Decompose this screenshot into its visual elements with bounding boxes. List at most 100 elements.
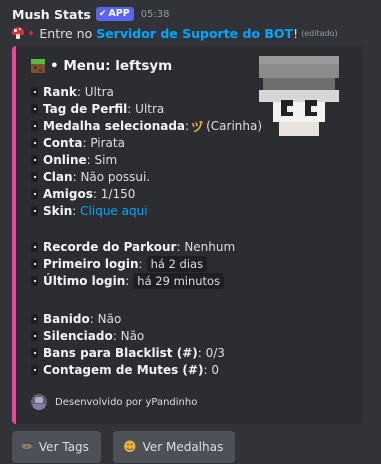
stat-key: Conta: [43, 136, 83, 150]
check-icon: ✔: [98, 9, 107, 19]
stat-value: (Carinha): [206, 119, 263, 133]
ver-tags-label: Ver Tags: [38, 440, 89, 454]
stat-row: Silenciado: Não: [31, 328, 144, 344]
stat-value-timestamp: há 2 dias: [146, 256, 208, 272]
stat-value: 0: [211, 363, 219, 377]
stat-key: Silenciado: [43, 329, 113, 343]
stat-value: Não: [120, 329, 145, 343]
bot-name[interactable]: Mush Stats: [12, 7, 91, 22]
grass-block-icon: [31, 59, 45, 73]
bullet-icon: [31, 331, 38, 341]
stat-key: Bans para Blacklist (#): [43, 346, 198, 360]
embed-title: • Menu: leftsym: [31, 58, 172, 74]
bullet-icon: [31, 348, 38, 358]
stat-value-timestamp: há 29 minutos: [133, 273, 225, 289]
bullet-icon: [31, 87, 38, 97]
stat-separator: :: [72, 170, 77, 184]
stat-key: Medalha selecionada: [43, 119, 186, 133]
stat-separator: :: [138, 257, 143, 271]
bullet-icon: [31, 276, 38, 286]
bullet-icon: [31, 242, 38, 252]
bullet-icon: [31, 189, 38, 199]
edited-label: (editado): [301, 28, 338, 38]
stat-value: Ultra: [135, 102, 165, 116]
bullet-icon: [31, 314, 38, 324]
stat-row: Rank: Ultra: [31, 84, 114, 100]
stat-separator: :: [82, 136, 87, 150]
stat-value: Sim: [94, 153, 118, 167]
medal-icon: ☻: [123, 439, 137, 455]
stat-separator: :: [203, 363, 208, 377]
bullet-icon: [31, 155, 38, 165]
bullet-icon: [31, 365, 38, 375]
stat-separator: :: [185, 119, 190, 133]
stat-separator: :: [112, 329, 117, 343]
stat-row: Bans para Blacklist (#): 0/3: [31, 345, 225, 361]
stat-key: Último login: [43, 274, 126, 288]
stat-key: Contagem de Mutes (#): [43, 363, 204, 377]
bullet-icon: [31, 138, 38, 148]
stat-key: Tag de Perfil: [43, 102, 128, 116]
arrow-right-icon: ➧: [27, 27, 36, 39]
stat-separator: :: [176, 240, 181, 254]
smiley-medal-icon: ヅ: [191, 119, 204, 134]
stat-row: Contagem de Mutes (#): 0: [31, 362, 219, 378]
message-header: Mush Stats ✔ APP 05:38: [12, 5, 170, 23]
stat-separator: :: [197, 346, 202, 360]
stat-separator: :: [89, 312, 94, 326]
stat-key: Primeiro login: [43, 257, 139, 271]
stat-separator: :: [76, 85, 81, 99]
stat-key: Online: [43, 153, 87, 167]
stat-value: Nenhum: [184, 240, 236, 254]
stat-key: Skin: [43, 204, 73, 218]
app-badge-label: APP: [108, 8, 130, 19]
ver-medalhas-button[interactable]: ☻ Ver Medalhas: [113, 431, 236, 463]
stat-row: Tag de Perfil: Ultra: [31, 101, 164, 117]
embed-title-text: • Menu: leftsym: [50, 58, 173, 74]
embed-footer: Desenvolvido por yPandinho: [31, 394, 197, 410]
stat-key: Recorde do Parkour: [43, 240, 177, 254]
mushroom-icon: [12, 27, 24, 39]
message-suffix: !: [293, 25, 299, 41]
stat-separator: :: [92, 187, 97, 201]
bullet-icon: [31, 172, 38, 182]
stat-key: Clan: [43, 170, 73, 184]
stat-separator: :: [72, 204, 77, 218]
ver-medalhas-label: Ver Medalhas: [142, 440, 224, 454]
stat-row: Amigos: 1/150: [31, 186, 135, 202]
skin-link[interactable]: Clique aqui: [80, 204, 147, 218]
stat-separator: :: [127, 102, 132, 116]
stat-row: Clan: Não possui.: [31, 169, 150, 185]
stat-value: 0/3: [205, 346, 225, 360]
tag-icon: ✏: [22, 439, 33, 455]
stat-value: Não possui.: [80, 170, 151, 184]
stat-row: Último login: há 29 minutos: [31, 273, 225, 289]
support-server-link[interactable]: Servidor de Suporte do BOT: [96, 26, 293, 41]
stats-embed: • Menu: leftsym Rank: Ultra Tag de Perfil…: [12, 46, 363, 424]
bullet-icon: [31, 121, 38, 131]
stat-key: Banido: [43, 312, 90, 326]
stat-row: Primeiro login: há 2 dias: [31, 256, 208, 272]
stat-value: Ultra: [84, 85, 114, 99]
timestamp[interactable]: 05:38: [141, 9, 170, 20]
app-badge: ✔ APP: [95, 7, 134, 21]
stat-separator: :: [125, 274, 130, 288]
stat-row: Skin: Clique aqui: [31, 203, 148, 219]
stat-row: Medalha selecionada: ヅ (Carinha): [31, 118, 262, 134]
bullet-icon: [31, 104, 38, 114]
stat-value: Pirata: [90, 136, 125, 150]
stat-row: Recorde do Parkour: Nenhum: [31, 239, 235, 255]
stat-separator: :: [86, 153, 91, 167]
message-prefix: Entre no: [39, 25, 93, 41]
bullet-icon: [31, 259, 38, 269]
bullet-icon: [31, 206, 38, 216]
stat-value: Não: [97, 312, 122, 326]
stat-row: Banido: Não: [31, 311, 121, 327]
stat-row: Online: Sim: [31, 152, 117, 168]
stat-value: 1/150: [100, 187, 136, 201]
developer-avatar: [31, 394, 47, 410]
player-skin-thumbnail[interactable]: [259, 56, 339, 136]
stat-key: Amigos: [43, 187, 93, 201]
ver-tags-button[interactable]: ✏ Ver Tags: [12, 431, 101, 463]
footer-text: Desenvolvido por yPandinho: [55, 396, 198, 408]
